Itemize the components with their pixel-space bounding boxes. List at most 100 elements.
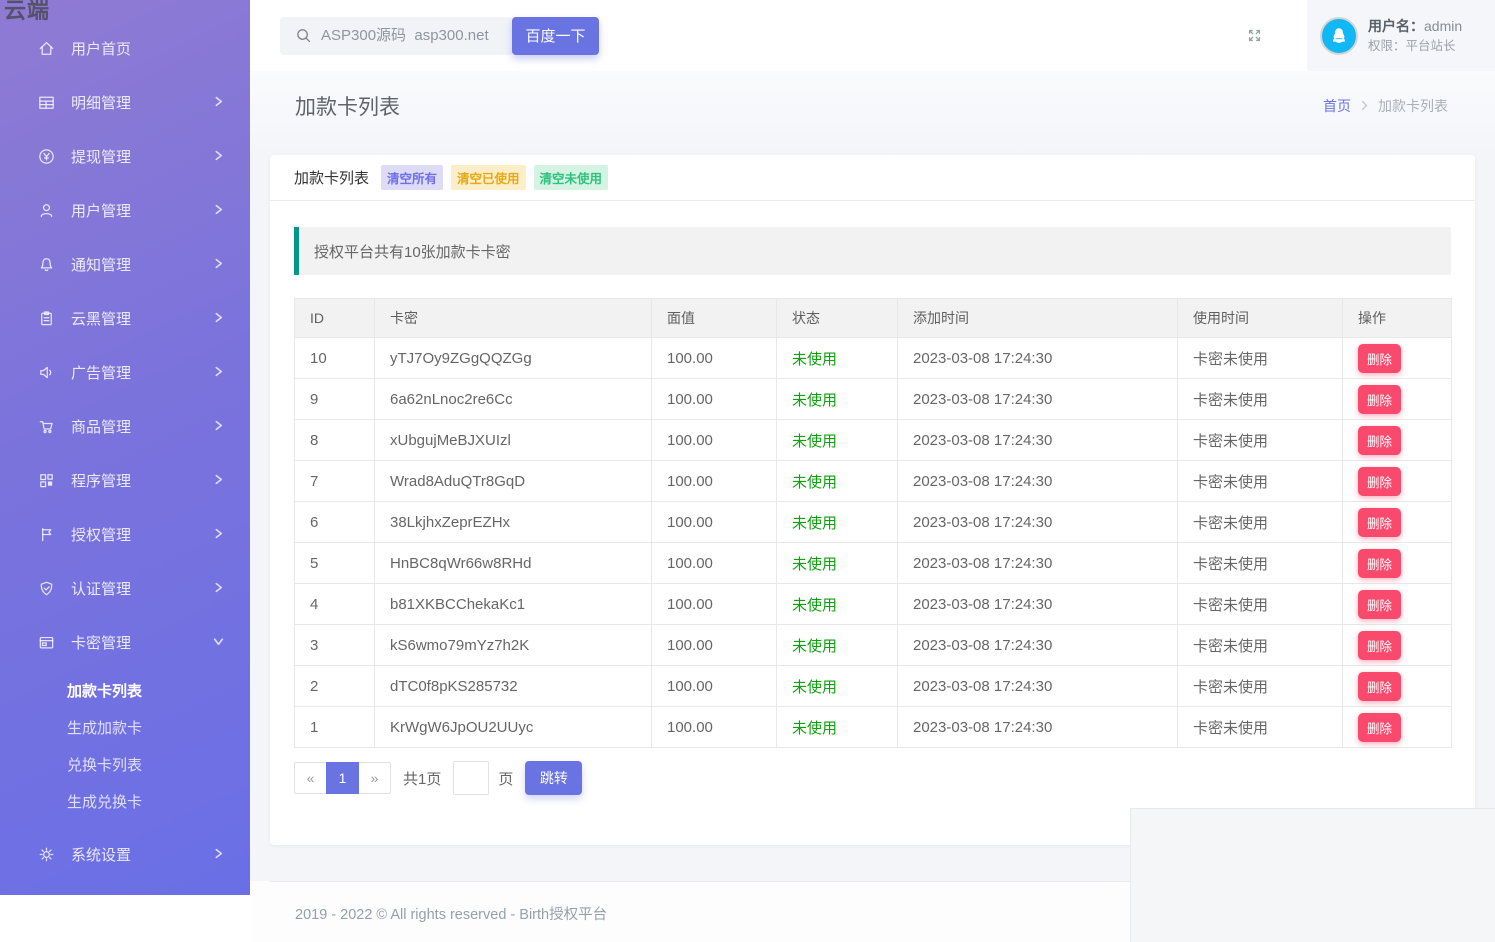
search-box[interactable] [280,17,513,55]
sidebar-item-auth-mgmt[interactable]: 授权管理 [0,507,250,561]
col-status: 状态 [777,299,898,338]
table-row: 4 b81XKBCChekaKc1 100.00 未使用 2023-03-08 … [295,584,1452,625]
cell-id: 1 [295,707,375,748]
delete-button[interactable]: 删除 [1358,344,1401,373]
sidebar-item-withdraw-mgmt[interactable]: 提现管理 [0,129,250,183]
clear-unused-badge[interactable]: 清空未使用 [534,165,609,190]
sidebar-item-label: 授权管理 [71,524,213,545]
card-body: 授权平台共有10张加款卡卡密 ID 卡密 面值 状态 添加时间 使用时间 [270,201,1475,795]
status-text: 未使用 [777,502,898,543]
chevron-right-icon [213,418,224,435]
sidebar-item-user-mgmt[interactable]: 用户管理 [0,183,250,237]
jump-button[interactable]: 跳转 [525,761,582,795]
page-unit-text: 页 [498,768,513,789]
sidebar-item-program-mgmt[interactable]: 程序管理 [0,453,250,507]
delete-button[interactable]: 删除 [1358,385,1401,414]
cell-value: 100.00 [652,584,777,625]
chevron-right-icon [213,364,224,381]
delete-button[interactable]: 删除 [1358,467,1401,496]
col-id: ID [295,299,375,338]
sidebar-item-system-settings[interactable]: 系统设置 [0,827,250,881]
cell-value: 100.00 [652,461,777,502]
sidebar-item-goods-mgmt[interactable]: 商品管理 [0,399,250,453]
sidebar-item-ad-mgmt[interactable]: 广告管理 [0,345,250,399]
cell-actions: 删除 [1343,625,1452,666]
sidebar-item-other-components[interactable]: 其他组件 [0,881,250,895]
clear-used-badge[interactable]: 清空已使用 [451,165,526,190]
home-icon [36,38,56,58]
col-actions: 操作 [1343,299,1452,338]
col-used-time: 使用时间 [1178,299,1343,338]
table-row: 10 yTJ7Oy9ZGgQQZGg 100.00 未使用 2023-03-08… [295,338,1452,379]
cell-key: KrWgW6JpOU2UUyc [375,707,652,748]
cell-key: kS6wmo79mYz7h2K [375,625,652,666]
user-block[interactable]: 用户名：admin 权限：平台站长 [1307,0,1495,71]
cell-value: 100.00 [652,420,777,461]
cell-added-time: 2023-03-08 17:24:30 [898,420,1178,461]
delete-button[interactable]: 删除 [1358,631,1401,660]
status-text: 未使用 [777,543,898,584]
delete-button[interactable]: 删除 [1358,508,1401,537]
cell-key: 6a62nLnoc2re6Cc [375,379,652,420]
card-panel: 加款卡列表 清空所有 清空已使用 清空未使用 授权平台共有10张加款卡卡密 ID… [270,155,1475,845]
cell-id: 10 [295,338,375,379]
card-table: ID 卡密 面值 状态 添加时间 使用时间 操作 10 yTJ7Oy9ZGgQQ [294,298,1452,748]
cell-key: HnBC8qWr66w8RHd [375,543,652,584]
cell-value: 100.00 [652,543,777,584]
delete-button[interactable]: 删除 [1358,590,1401,619]
status-text: 未使用 [777,625,898,666]
delete-button[interactable]: 删除 [1358,672,1401,701]
sidebar-subitem-addcard-generate[interactable]: 生成加款卡 [0,710,250,747]
card-header: 加款卡列表 清空所有 清空已使用 清空未使用 [270,155,1475,201]
sidebar-item-detail-mgmt[interactable]: 明细管理 [0,75,250,129]
chevron-right-icon [213,310,224,327]
sidebar-item-notice-mgmt[interactable]: 通知管理 [0,237,250,291]
sidebar-subitem-exchangecard-list[interactable]: 兑换卡列表 [0,747,250,784]
main-area: 百度一下 用户名：admin 权限：平台站长 [250,0,1495,942]
prev-page-button[interactable]: « [294,762,326,794]
breadcrumb-home-link[interactable]: 首页 [1323,96,1351,116]
cell-used-time: 卡密未使用 [1178,666,1343,707]
next-page-button[interactable]: » [359,762,391,794]
cell-key: yTJ7Oy9ZGgQQZGg [375,338,652,379]
cell-actions: 删除 [1343,543,1452,584]
pagination: « 1 » 共1页 页 跳转 [294,761,1451,795]
sidebar-item-user-home[interactable]: 用户首页 [0,21,250,75]
page-jump-input[interactable] [453,761,489,795]
cell-added-time: 2023-03-08 17:24:30 [898,707,1178,748]
cell-added-time: 2023-03-08 17:24:30 [898,584,1178,625]
gear-icon [36,844,56,864]
sidebar-nav: 用户首页 明细管理 提现管理 用户管理 [0,21,250,895]
clear-all-badge[interactable]: 清空所有 [381,165,443,190]
fullscreen-icon[interactable] [1246,27,1263,44]
sidebar-item-label: 卡密管理 [71,632,213,653]
baidu-search-button[interactable]: 百度一下 [512,17,599,55]
sidebar-item-label: 用户首页 [71,38,224,59]
chevron-down-icon [213,634,224,651]
delete-button[interactable]: 删除 [1358,549,1401,578]
delete-button[interactable]: 删除 [1358,426,1401,455]
sidebar-subitem-addcard-list[interactable]: 加款卡列表 [0,673,250,710]
sidebar-item-label: 认证管理 [71,578,213,599]
cell-actions: 删除 [1343,707,1452,748]
sidebar-item-label: 云黑管理 [71,308,213,329]
user-icon [36,200,56,220]
table-row: 8 xUbgujMeBJXUIzl 100.00 未使用 2023-03-08 … [295,420,1452,461]
yen-circle-icon [36,146,56,166]
content-area: 加款卡列表 首页 加款卡列表 加款卡列表 清空所有 清空已使用 清空未使用 授权… [250,71,1495,881]
col-value: 面值 [652,299,777,338]
sidebar-item-label: 程序管理 [71,470,213,491]
search-input[interactable] [321,27,516,44]
delete-button[interactable]: 删除 [1358,713,1401,742]
cell-key: dTC0f8pKS285732 [375,666,652,707]
sidebar-subitem-exchangecard-generate[interactable]: 生成兑换卡 [0,784,250,821]
cell-value: 100.00 [652,666,777,707]
sidebar-item-card-mgmt[interactable]: 卡密管理 [0,615,250,669]
table-row: 6 38LkjhxZeprEZHx 100.00 未使用 2023-03-08 … [295,502,1452,543]
cell-value: 100.00 [652,338,777,379]
cell-value: 100.00 [652,707,777,748]
current-page-button[interactable]: 1 [326,762,359,794]
sidebar-item-label: 提现管理 [71,146,213,167]
sidebar-item-blacklist-mgmt[interactable]: 云黑管理 [0,291,250,345]
sidebar-item-cert-mgmt[interactable]: 认证管理 [0,561,250,615]
